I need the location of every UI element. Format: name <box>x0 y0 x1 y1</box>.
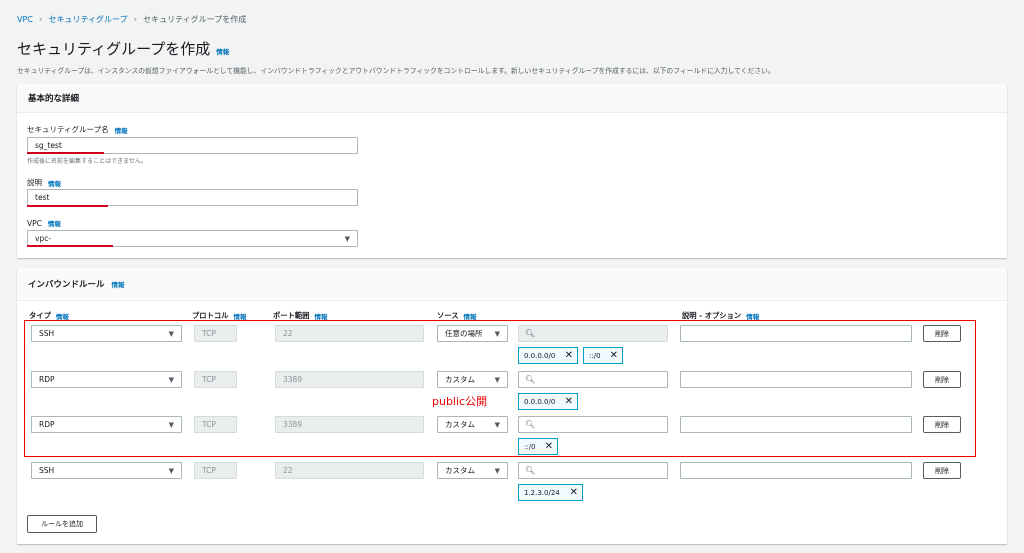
caret-down-icon: ▼ <box>494 466 500 475</box>
sg-name-hint: 作成後に名前を編集することはできません。 <box>27 158 147 165</box>
description-value: test <box>35 193 50 202</box>
annotation-highlight-box <box>24 320 976 457</box>
description-label-text: 説明 <box>27 178 42 187</box>
breadcrumb: VPC › セキュリティグループ › セキュリティグループを作成 <box>17 14 246 25</box>
search-icon: 🔍︎ <box>525 466 536 475</box>
info-link[interactable]: 情報 <box>112 279 125 289</box>
highlight-underline <box>27 245 113 247</box>
delete-rule-label: 削除 <box>935 466 949 475</box>
rule-protocol-field: TCP <box>194 462 237 479</box>
info-link[interactable]: 情報 <box>216 46 229 56</box>
annotation-label: public公開 <box>432 395 488 408</box>
page-title-text: セキュリティグループを作成 <box>17 40 211 58</box>
info-link[interactable]: 情報 <box>48 218 61 228</box>
caret-down-icon: ▼ <box>168 466 174 475</box>
rule-port-field: 22 <box>275 462 424 479</box>
description-input[interactable]: test <box>27 189 358 206</box>
panel-header: インバウンドルール 情報 <box>17 268 1007 301</box>
rule-type-select[interactable]: SSH ▼ <box>31 462 182 479</box>
add-rule-label: ルールを追加 <box>41 520 83 528</box>
add-rule-button[interactable]: ルールを追加 <box>27 515 97 533</box>
rule-source-search[interactable]: 🔍︎ <box>518 462 668 479</box>
sg-name-label: セキュリティグループ名 情報 <box>27 124 128 135</box>
vpc-label: VPC 情報 <box>27 218 61 229</box>
highlight-underline <box>27 205 108 207</box>
sg-name-value: sg_test <box>35 141 62 150</box>
chevron-right-icon: › <box>38 14 43 25</box>
source-tag-text: 1.2.3.0/24 <box>524 488 560 497</box>
rule-type-value: SSH <box>39 466 55 475</box>
panel-header: 基本的な詳細 <box>17 84 1007 113</box>
vpc-value: vpc- <box>35 234 52 243</box>
breadcrumb-current: セキュリティグループを作成 <box>143 15 247 24</box>
rule-description-input[interactable] <box>680 462 912 479</box>
breadcrumb-security-groups[interactable]: セキュリティグループ <box>49 14 128 25</box>
breadcrumb-vpc[interactable]: VPC <box>17 15 33 24</box>
close-icon[interactable]: ✕ <box>570 487 578 498</box>
source-tag: 1.2.3.0/24 ✕ <box>518 484 583 501</box>
info-link[interactable]: 情報 <box>115 125 128 135</box>
highlight-underline <box>27 152 104 154</box>
rule-source-value: カスタム <box>445 466 475 475</box>
caret-down-icon: ▼ <box>344 234 350 243</box>
chevron-right-icon: › <box>133 14 138 25</box>
delete-rule-button[interactable]: 削除 <box>923 462 961 479</box>
description-label: 説明 情報 <box>27 177 61 188</box>
sg-name-label-text: セキュリティグループ名 <box>27 125 109 134</box>
rule-source-select[interactable]: カスタム ▼ <box>437 462 508 479</box>
page-description: セキュリティグループは、インスタンスの仮想ファイアウォールとして機能し、インバウ… <box>17 67 775 75</box>
rule-port-value: 22 <box>283 466 293 475</box>
basic-details-heading: 基本的な詳細 <box>28 94 80 104</box>
info-link[interactable]: 情報 <box>48 178 61 188</box>
inbound-rules-heading: インバウンドルール <box>28 280 105 290</box>
vpc-label-text: VPC <box>27 218 42 228</box>
rule-protocol-value: TCP <box>202 466 216 475</box>
page-title: セキュリティグループを作成 情報 <box>17 38 229 59</box>
